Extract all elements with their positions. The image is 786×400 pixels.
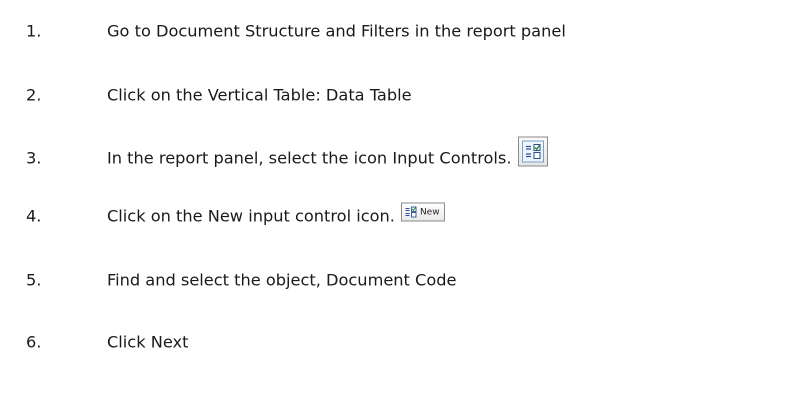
step-3: 3. In the report panel, select the icon … — [0, 136, 786, 178]
step-text: Click on the Vertical Table: Data Table — [107, 86, 412, 105]
instruction-steps-list: 1. Go to Document Structure and Filters … — [0, 0, 786, 400]
step-text-label: Go to Document Structure and Filters in … — [107, 21, 566, 41]
input-controls-icon — [517, 136, 548, 166]
step-text: In the report panel, select the icon Inp… — [107, 136, 548, 168]
step-6: 6. Click Next — [0, 322, 786, 362]
step-1: 1. Go to Document Structure and Filters … — [0, 11, 786, 51]
step-text: Go to Document Structure and Filters in … — [107, 22, 566, 41]
step-4: 4. Click on the New input control icon. … — [0, 196, 786, 236]
step-number: 3. — [26, 148, 42, 168]
step-text: Find and select the object, Document Cod… — [107, 271, 457, 290]
step-text-label: In the report panel, select the icon Inp… — [107, 148, 512, 168]
new-button-label: New — [419, 207, 440, 217]
step-number: 1. — [26, 21, 42, 41]
step-text: Click on the New input control icon. New — [107, 202, 445, 226]
step-number: 6. — [26, 332, 42, 352]
step-text-label: Click on the Vertical Table: Data Table — [107, 85, 412, 105]
step-text-label: Find and select the object, Document Cod… — [107, 270, 457, 290]
step-number: 5. — [26, 270, 42, 290]
new-input-control-icon — [405, 206, 417, 218]
step-2: 2. Click on the Vertical Table: Data Tab… — [0, 75, 786, 115]
step-5: 5. Find and select the object, Document … — [0, 260, 786, 300]
new-input-control-button: New — [400, 202, 445, 222]
step-number: 4. — [26, 206, 42, 226]
step-text-label: Click on the New input control icon. — [107, 206, 395, 226]
step-number: 2. — [26, 85, 42, 105]
step-text: Click Next — [107, 333, 188, 352]
step-text-label: Click Next — [107, 332, 189, 352]
